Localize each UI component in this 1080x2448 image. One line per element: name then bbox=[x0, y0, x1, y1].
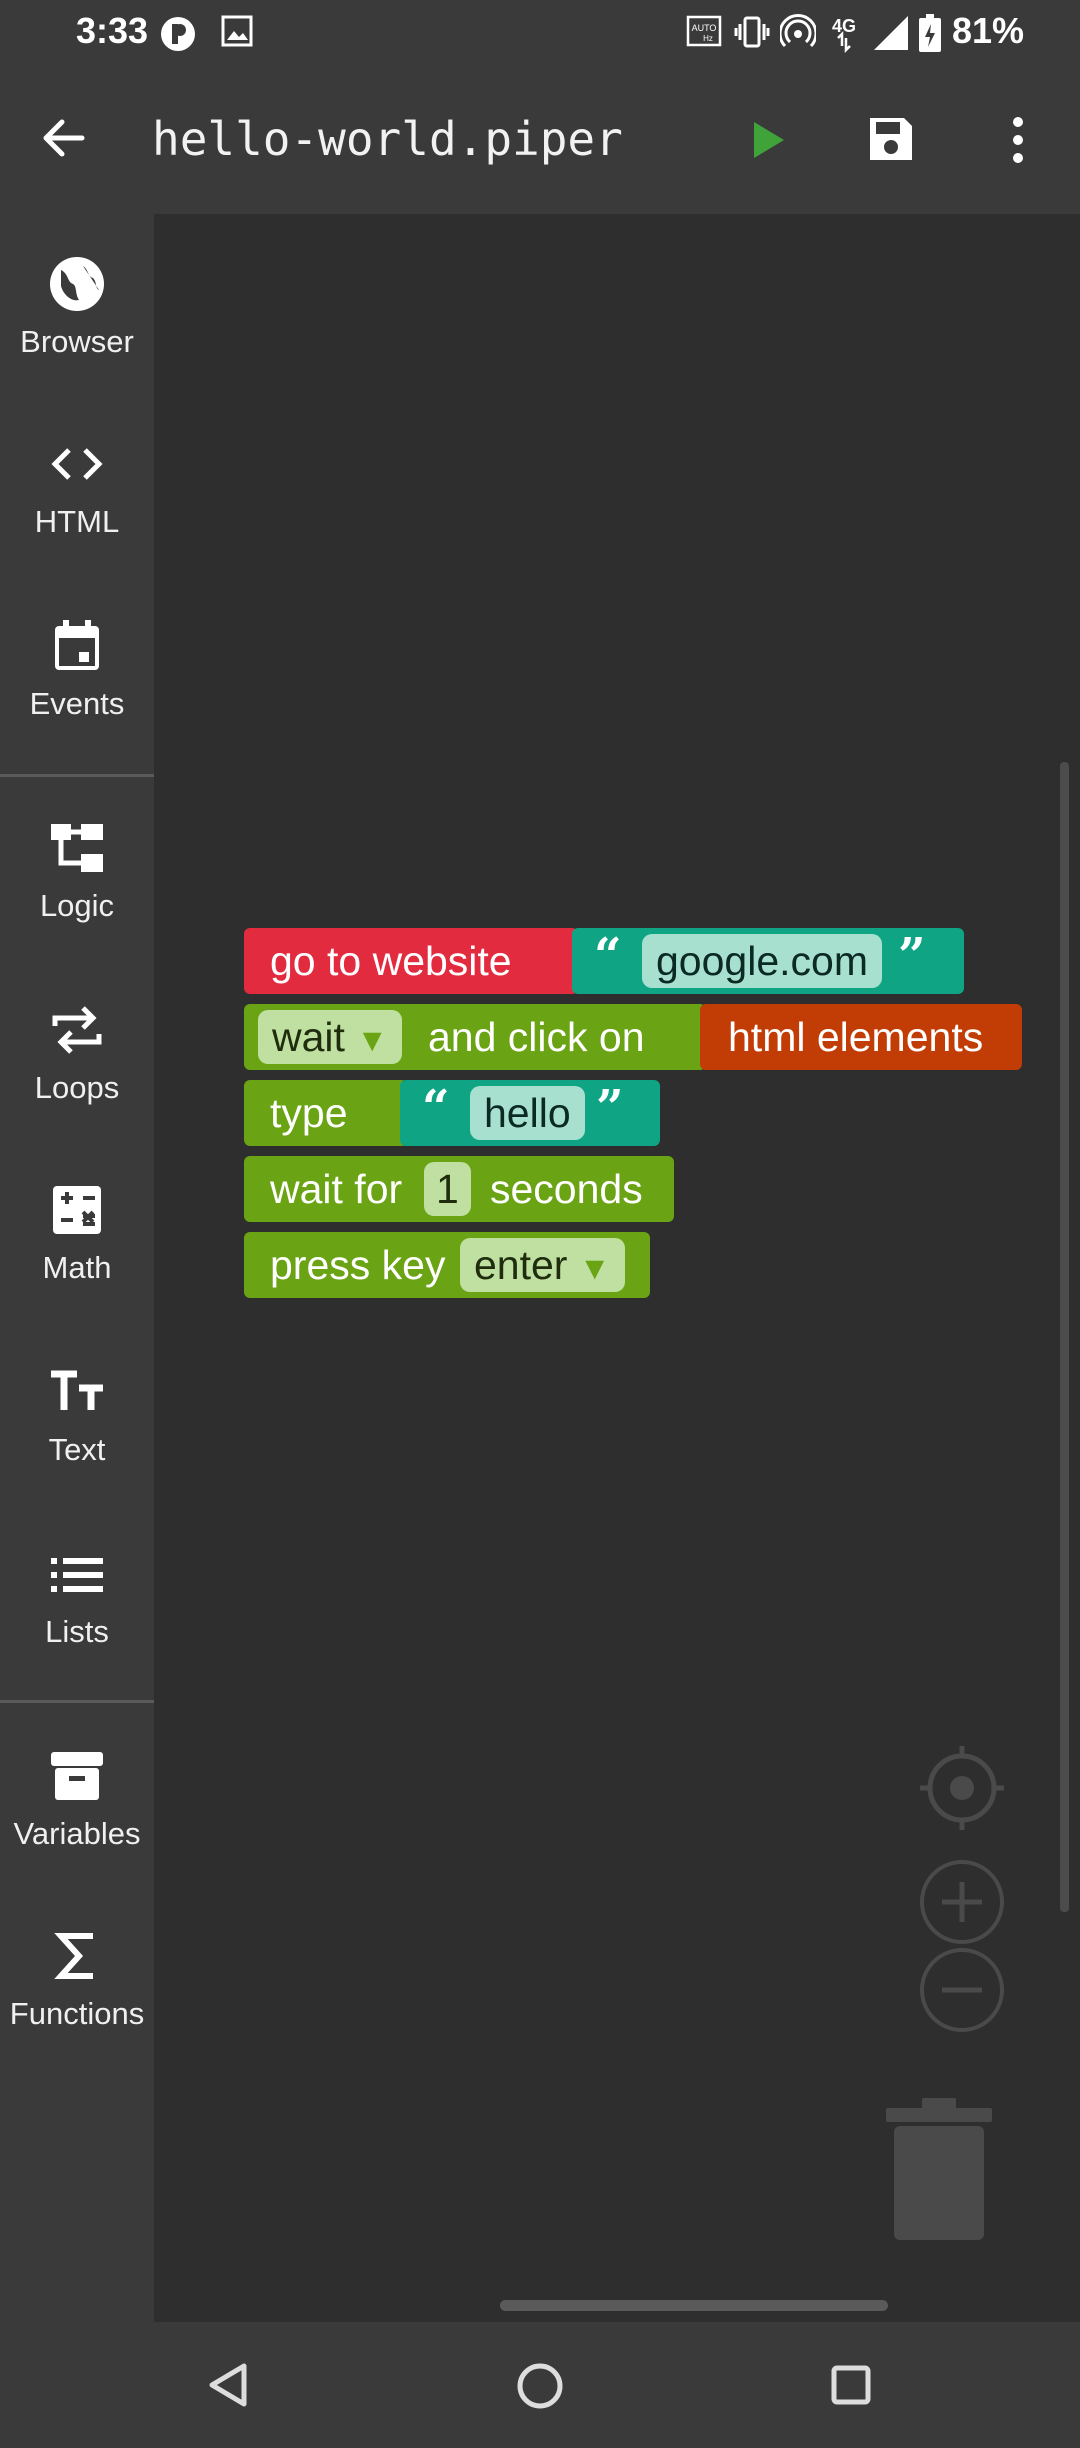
category-sidebar: Browser HTML Events Logic Loops Math Tex… bbox=[0, 214, 154, 2322]
text-literal-block[interactable]: “ google.com ” bbox=[572, 928, 964, 994]
signal-icon bbox=[874, 16, 908, 50]
text-size-icon bbox=[51, 1370, 103, 1410]
category-label: Logic bbox=[39, 888, 115, 923]
block-label: press key bbox=[270, 1242, 446, 1288]
category-functions[interactable]: Functions bbox=[0, 1886, 154, 2046]
dropdown-arrow-icon: ▼ bbox=[356, 1022, 388, 1058]
file-title: hello-world.piper bbox=[152, 112, 623, 166]
vertical-scrollbar[interactable] bbox=[1060, 762, 1069, 1912]
category-html[interactable]: HTML bbox=[0, 394, 154, 554]
save-icon[interactable] bbox=[866, 114, 916, 164]
category-text[interactable]: Text bbox=[0, 1322, 154, 1482]
auto-hz-icon: AUTOHz bbox=[686, 15, 722, 47]
category-label: Variables bbox=[13, 1816, 141, 1851]
category-logic[interactable]: Logic bbox=[0, 778, 154, 938]
category-browser[interactable]: Browser bbox=[0, 214, 154, 374]
type-block[interactable]: type bbox=[244, 1080, 408, 1146]
svg-text:4G: 4G bbox=[832, 16, 856, 36]
loop-arrows-icon bbox=[52, 1006, 102, 1054]
category-divider bbox=[0, 1700, 154, 1703]
horizontal-scrollbar[interactable] bbox=[500, 2300, 888, 2311]
status-bar: 3:33 AUTO Hz 4G 81% bbox=[0, 0, 1080, 64]
go-to-website-block[interactable]: go to website bbox=[244, 928, 578, 994]
close-quote-icon: ” bbox=[898, 928, 926, 984]
block-label: go to website bbox=[270, 938, 512, 984]
category-label: Functions bbox=[9, 1996, 145, 2031]
vibrate-icon bbox=[734, 16, 770, 48]
svg-text:Hz: Hz bbox=[703, 34, 713, 43]
press-key-block[interactable]: press key enter ▼ bbox=[244, 1232, 650, 1298]
category-label: Math bbox=[42, 1250, 112, 1285]
dropdown-arrow-icon: ▼ bbox=[578, 1250, 611, 1286]
zoom-out-icon[interactable] bbox=[916, 1944, 1008, 2036]
block-label: wait for bbox=[270, 1166, 403, 1212]
block-label: and click on bbox=[428, 1014, 645, 1060]
seconds-number-field[interactable]: 1 bbox=[424, 1162, 471, 1216]
category-label: Browser bbox=[20, 324, 134, 359]
category-divider bbox=[0, 774, 154, 777]
back-triangle-icon[interactable] bbox=[204, 2360, 254, 2410]
block-label: type bbox=[270, 1090, 348, 1136]
calendar-icon bbox=[55, 620, 99, 670]
home-circle-icon[interactable] bbox=[514, 2360, 566, 2412]
category-label: HTML bbox=[34, 504, 120, 539]
category-label: Lists bbox=[45, 1614, 109, 1649]
category-label: Events bbox=[29, 686, 125, 721]
status-time: 3:33 bbox=[76, 10, 149, 51]
hotspot-icon bbox=[780, 14, 816, 48]
svg-text:AUTO: AUTO bbox=[692, 23, 717, 33]
close-quote-icon: ” bbox=[596, 1080, 624, 1136]
app-bar: hello-world.piper bbox=[0, 64, 1080, 214]
dropdown-value: enter bbox=[474, 1242, 568, 1288]
category-math[interactable]: Math bbox=[0, 1140, 154, 1300]
dropdown-value: wait bbox=[272, 1014, 345, 1060]
run-button[interactable] bbox=[748, 118, 788, 162]
logic-tree-icon bbox=[51, 824, 103, 872]
globe-icon bbox=[50, 257, 104, 311]
open-quote-icon: “ bbox=[594, 928, 622, 984]
zoom-in-icon[interactable] bbox=[916, 1856, 1008, 1948]
block-label: html elements bbox=[728, 1014, 984, 1060]
category-loops[interactable]: Loops bbox=[0, 960, 154, 1120]
open-quote-icon: “ bbox=[422, 1080, 450, 1136]
battery-percent: 81% bbox=[952, 10, 1025, 51]
back-arrow-icon[interactable] bbox=[38, 112, 90, 164]
category-label: Text bbox=[48, 1432, 106, 1467]
url-text-field[interactable]: google.com bbox=[642, 934, 882, 988]
recents-square-icon[interactable] bbox=[828, 2362, 874, 2408]
calculator-icon bbox=[53, 1186, 101, 1234]
recenter-icon[interactable] bbox=[916, 1742, 1008, 1834]
category-lists[interactable]: Lists bbox=[0, 1504, 154, 1664]
list-icon bbox=[51, 1558, 103, 1592]
image-icon bbox=[221, 15, 253, 47]
sigma-icon bbox=[54, 1933, 93, 1979]
notification-p-icon bbox=[161, 17, 195, 51]
key-dropdown[interactable]: enter ▼ bbox=[460, 1238, 625, 1292]
wait-mode-dropdown[interactable]: wait ▼ bbox=[258, 1010, 402, 1064]
archive-box-icon bbox=[51, 1752, 103, 1800]
wait-for-seconds-block[interactable]: wait for 1 seconds bbox=[244, 1156, 674, 1222]
wait-click-block[interactable]: wait ▼ and click on bbox=[244, 1004, 706, 1070]
battery-icon bbox=[919, 14, 941, 52]
text-literal-block[interactable]: “ hello ” bbox=[400, 1080, 660, 1146]
category-label: Loops bbox=[34, 1070, 120, 1105]
html-elements-block[interactable]: html elements bbox=[700, 1004, 1022, 1070]
category-variables[interactable]: Variables bbox=[0, 1706, 154, 1866]
code-icon bbox=[51, 448, 103, 480]
more-menu-icon[interactable] bbox=[1000, 114, 1036, 166]
system-nav-bar bbox=[0, 2322, 1080, 2448]
block-label: seconds bbox=[490, 1166, 643, 1212]
category-events[interactable]: Events bbox=[0, 576, 154, 736]
network-4g-icon: 4G bbox=[832, 16, 856, 54]
text-value-field[interactable]: hello bbox=[470, 1086, 585, 1140]
trash-icon[interactable] bbox=[882, 2096, 996, 2246]
